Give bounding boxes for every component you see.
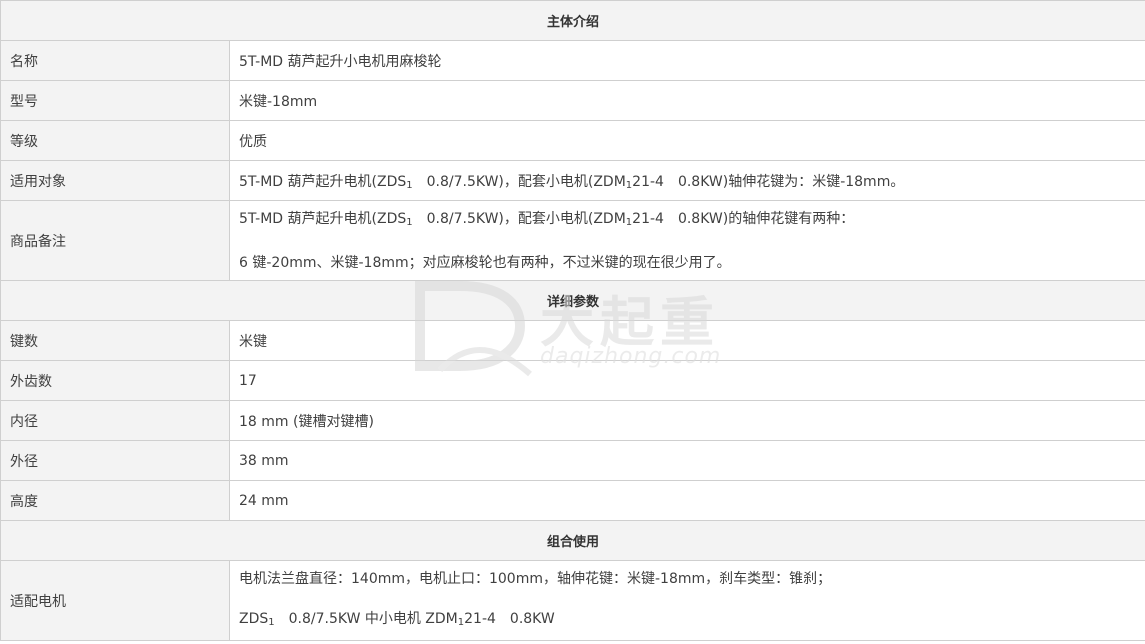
text-part: 0.8/7.5KW 中小电机 ZDM [288,610,458,627]
table-row: 等级 优质 [0,120,1145,161]
table-row: 内径 18 mm (键槽对键槽) [0,400,1145,441]
row-label-outer: 外径 [0,440,230,481]
remark-line-1: 5T-MD 葫芦起升电机(ZDS1 0.8/7.5KW)，配套小电机(ZDM12… [239,209,1136,233]
motor-line-1: 电机法兰盘直径：140mm，电机止口：100mm，轴伸花键：米键-18mm，刹车… [239,570,832,587]
row-value-name: 5T-MD 葫芦起升小电机用麻梭轮 [228,40,1145,81]
table-row: 名称 5T-MD 葫芦起升小电机用麻梭轮 [0,40,1145,81]
text-part: 5T-MD 葫芦起升电机(ZDS [239,210,407,227]
text-part: ZDS [239,610,269,627]
section-header-detail: 详细参数 [0,280,1145,321]
section-header-combo: 组合使用 [0,520,1145,561]
row-label-motor: 适配电机 [0,560,230,641]
row-value-applicable: 5T-MD 葫芦起升电机(ZDS1 0.8/7.5KW)，配套小电机(ZDM12… [228,160,1145,201]
text-part: 21-4 0.8KW [464,610,555,627]
row-label-remark: 商品备注 [0,200,230,281]
row-value-height: 24 mm [228,480,1145,521]
section-title: 组合使用 [0,520,1145,561]
row-label-keys: 键数 [0,320,230,361]
text-part: 21-4 0.8KW)轴伸花键为：米键-18mm。 [632,173,905,190]
row-value-remark: 5T-MD 葫芦起升电机(ZDS1 0.8/7.5KW)，配套小电机(ZDM12… [228,200,1145,281]
row-label-height: 高度 [0,480,230,521]
remark-line-2: 6 键-20mm、米键-18mm；对应麻梭轮也有两种，不过米键的现在很少用了。 [239,254,731,271]
row-label-name: 名称 [0,40,230,81]
row-value-model: 米键-18mm [228,80,1145,121]
row-label-inner: 内径 [0,400,230,441]
row-value-motor: 电机法兰盘直径：140mm，电机止口：100mm，轴伸花键：米键-18mm，刹车… [228,560,1145,641]
table-row: 适配电机 电机法兰盘直径：140mm，电机止口：100mm，轴伸花键：米键-18… [0,560,1145,641]
subscript: 1 [268,616,275,628]
row-label-model: 型号 [0,80,230,121]
row-label-teeth: 外齿数 [0,360,230,401]
text-part: 0.8/7.5KW)，配套小电机(ZDM [426,173,626,190]
text-part: 0.8/7.5KW)，配套小电机(ZDM [412,210,626,227]
text-part: 5T-MD 葫芦起升电机(ZDS [239,173,407,190]
motor-line-2: ZDS1 0.8/7.5KW 中小电机 ZDM121-4 0.8KW [239,609,1136,633]
row-value-keys: 米键 [228,320,1145,361]
table-row: 适用对象 5T-MD 葫芦起升电机(ZDS1 0.8/7.5KW)，配套小电机(… [0,160,1145,201]
section-title: 详细参数 [0,280,1145,321]
section-header-intro: 主体介绍 [0,0,1145,41]
section-title: 主体介绍 [0,0,1145,41]
spec-table: 主体介绍 名称 5T-MD 葫芦起升小电机用麻梭轮 型号 米键-18mm 等级 … [0,0,1145,641]
table-row: 型号 米键-18mm [0,80,1145,121]
table-row: 外齿数 17 [0,360,1145,401]
text-part: 21-4 0.8KW)的轴伸花键有两种： [632,210,855,227]
row-label-grade: 等级 [0,120,230,161]
row-value-grade: 优质 [228,120,1145,161]
table-row: 外径 38 mm [0,440,1145,481]
row-value-outer: 38 mm [228,440,1145,481]
table-row: 商品备注 5T-MD 葫芦起升电机(ZDS1 0.8/7.5KW)，配套小电机(… [0,200,1145,281]
row-value-inner: 18 mm (键槽对键槽) [228,400,1145,441]
table-row: 高度 24 mm [0,480,1145,521]
row-value-teeth: 17 [228,360,1145,401]
row-label-applicable: 适用对象 [0,160,230,201]
subscript: 1 [406,179,413,191]
table-row: 键数 米键 [0,320,1145,361]
